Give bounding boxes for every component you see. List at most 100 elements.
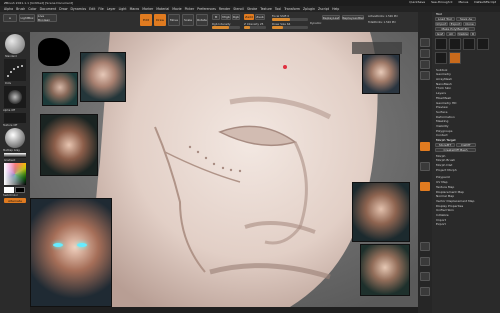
menu-edit[interactable]: Edit: [89, 7, 95, 11]
rgb-intensity-slider[interactable]: [212, 26, 240, 29]
quicksave-button[interactable]: QuickSave: [409, 0, 425, 4]
menu-movie[interactable]: Movie: [172, 7, 181, 11]
menu-zplugin[interactable]: Zplugin: [303, 7, 315, 11]
menu-stencil[interactable]: Stencil: [233, 7, 244, 11]
switch-color-label[interactable]: SwitchColor: [3, 194, 18, 197]
menu-draw[interactable]: Draw: [59, 7, 67, 11]
goz-button[interactable]: GoZ: [435, 31, 445, 36]
import-tool-button[interactable]: Import: [435, 21, 448, 26]
menu-render[interactable]: Render: [219, 7, 230, 11]
menu-help[interactable]: Help: [332, 7, 339, 11]
menu-zscript[interactable]: Zscript: [318, 7, 329, 11]
matcap-material-icon[interactable]: [5, 128, 25, 148]
visible-button[interactable]: Visible: [457, 31, 469, 36]
tool-thumb-head-2[interactable]: [435, 51, 447, 64]
create-diff-mesh-button[interactable]: CreateDiff Mesh: [435, 147, 476, 152]
load-tool-button[interactable]: Load Tool: [435, 16, 455, 21]
r-button[interactable]: R: [470, 31, 476, 36]
color-picker-icon[interactable]: [4, 163, 26, 185]
local-button[interactable]: [420, 182, 430, 191]
menu-layer[interactable]: Layer: [107, 7, 116, 11]
menu-color[interactable]: Color: [28, 7, 36, 11]
rgb-channel-button[interactable]: Rgb: [232, 14, 240, 20]
reference-image-3[interactable]: [40, 114, 98, 176]
stroke-dots-icon[interactable]: [4, 59, 26, 81]
standard-brush-icon[interactable]: [5, 34, 25, 54]
all-button[interactable]: All: [446, 31, 456, 36]
zsub-button[interactable]: Zsub: [255, 14, 265, 20]
reference-image-6[interactable]: [352, 182, 410, 242]
move-mode-button[interactable]: Move: [168, 14, 180, 26]
canvas-viewport[interactable]: [30, 32, 418, 307]
menu-alpha[interactable]: Alpha: [4, 7, 13, 11]
reference-image-5[interactable]: [362, 54, 400, 94]
menus-button[interactable]: Menus: [458, 0, 468, 4]
replay-last-button[interactable]: ReplayLast: [322, 15, 340, 20]
zoom-button[interactable]: [420, 71, 430, 80]
home-page-icon[interactable]: ⌂: [3, 14, 17, 22]
reference-image-2[interactable]: [80, 52, 126, 102]
zoom3d-button[interactable]: [420, 272, 430, 281]
export-tool-button[interactable]: Export: [449, 21, 462, 26]
live-boolean-button[interactable]: Live Boolean: [37, 14, 57, 22]
menu-stroke[interactable]: Stroke: [247, 7, 257, 11]
zadd-button[interactable]: Zadd: [244, 14, 254, 20]
menu-preferences[interactable]: Preferences: [197, 7, 216, 11]
default-zscript-button[interactable]: DefaultZScript: [474, 0, 496, 4]
menu-tool[interactable]: Tool: [275, 7, 281, 11]
rotate-mode-button[interactable]: Rotate: [196, 14, 208, 26]
menu-macro[interactable]: Macro: [130, 7, 140, 11]
menu-dynamics[interactable]: Dynamics: [70, 7, 86, 11]
replay-last-rel-button[interactable]: ReplayLastRel: [342, 15, 364, 20]
gradient-swatch[interactable]: [4, 153, 26, 158]
draw-mode-button[interactable]: Draw: [154, 14, 166, 26]
section-export[interactable]: Export: [433, 222, 500, 227]
lightbox-button[interactable]: LightBox: [19, 14, 35, 22]
scale-mode-button[interactable]: Scale: [182, 14, 194, 26]
draw-size-slider[interactable]: [272, 26, 308, 29]
spix-button[interactable]: [420, 49, 430, 58]
clone-button[interactable]: Clone: [463, 21, 476, 26]
del-mt-button[interactable]: DelMT: [456, 142, 476, 147]
menu-marker[interactable]: Marker: [142, 7, 153, 11]
main-color-swatch[interactable]: [4, 187, 14, 193]
frame-button[interactable]: [420, 242, 430, 251]
tool-thumb-orange[interactable]: [449, 51, 461, 64]
tool-thumb-head[interactable]: [435, 37, 447, 50]
reference-image-1[interactable]: [42, 72, 78, 106]
move-button[interactable]: [420, 257, 430, 266]
menu-material[interactable]: Material: [156, 7, 169, 11]
reference-image-7[interactable]: [360, 244, 410, 296]
dynamic-toggle[interactable]: Dynamic: [310, 22, 321, 25]
menu-brush[interactable]: Brush: [16, 7, 25, 11]
mrgb-channel-button[interactable]: Mrgb: [221, 14, 231, 20]
see-through-slider[interactable]: See-through 0: [431, 0, 452, 4]
tool-thumb-simplebrush[interactable]: [477, 37, 489, 50]
menu-transform[interactable]: Transform: [284, 7, 300, 11]
focal-shift-slider[interactable]: [272, 18, 308, 21]
floor-button[interactable]: [420, 162, 430, 171]
rotate-button[interactable]: [420, 287, 430, 296]
save-as-button[interactable]: Save As: [456, 16, 476, 21]
tool-thumb-star[interactable]: [463, 37, 475, 50]
store-mt-button[interactable]: StoreMT: [435, 142, 455, 147]
m-channel-button[interactable]: M: [212, 14, 220, 20]
z-intensity-slider[interactable]: [244, 26, 266, 29]
edit-mode-button[interactable]: Edit: [140, 14, 152, 26]
secondary-color-swatch[interactable]: [15, 187, 25, 193]
menu-picker[interactable]: Picker: [185, 7, 195, 11]
menu-texture[interactable]: Texture: [260, 7, 272, 11]
slider-project-morph[interactable]: Project Morph: [433, 168, 500, 173]
make-polymesh-button[interactable]: Make PolyMesh3D: [435, 26, 475, 31]
texture-off-icon[interactable]: [4, 113, 26, 123]
alpha-off-icon[interactable]: [4, 86, 26, 108]
menu-light[interactable]: Light: [119, 7, 127, 11]
menu-file[interactable]: File: [98, 7, 103, 11]
menu-document[interactable]: Document: [40, 7, 57, 11]
bpr-button[interactable]: [420, 38, 430, 47]
scroll-button[interactable]: [420, 60, 430, 69]
alternate-button[interactable]: Alternate: [4, 198, 26, 203]
persp-button[interactable]: [420, 142, 430, 151]
reference-image-4[interactable]: [30, 198, 112, 307]
tool-thumb-sphere[interactable]: [449, 37, 461, 50]
